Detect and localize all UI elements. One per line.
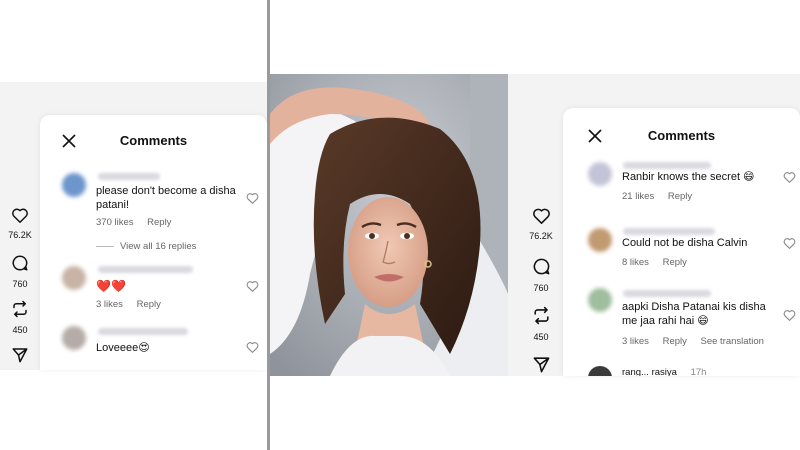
username-blurred [98, 173, 160, 180]
comment-count: 760 [533, 283, 549, 293]
avatar[interactable] [62, 326, 86, 350]
view-replies-label: View all 16 replies [120, 241, 197, 252]
heart-outline-icon [532, 208, 550, 224]
heart-outline-icon[interactable] [246, 192, 259, 204]
reply-button[interactable]: Reply [137, 299, 161, 310]
repost-count: 450 [12, 325, 28, 335]
avatar[interactable] [62, 266, 86, 290]
sheet-header: Comments [40, 115, 267, 163]
avatar[interactable] [588, 366, 612, 376]
comment-text: Could not be disha Calvin [622, 237, 748, 249]
repost-icon [533, 306, 549, 325]
avatar[interactable] [588, 288, 612, 312]
share-action[interactable] [526, 355, 556, 379]
video-frame[interactable] [270, 74, 508, 376]
heart-outline-icon[interactable] [246, 341, 259, 353]
comment-text: please don't become a disha patani! [96, 185, 236, 211]
repost-count: 450 [533, 332, 549, 342]
avatar[interactable] [62, 173, 86, 197]
share-action[interactable] [5, 346, 35, 369]
like-action[interactable]: 76.2K [5, 207, 35, 240]
repost-action[interactable]: 450 [526, 306, 556, 342]
see-translation-link[interactable]: See translation [701, 336, 764, 347]
comment-likes: 3 likes [96, 299, 123, 310]
send-icon [12, 348, 28, 363]
avatar[interactable] [588, 228, 612, 252]
username-blurred [98, 328, 188, 335]
username-blurred [623, 228, 715, 235]
comment-likes: 8 likes [622, 257, 649, 268]
sheet-title: Comments [647, 128, 716, 143]
username-blurred [623, 162, 711, 169]
comment-time: 17h [690, 367, 707, 376]
comment-likes: 3 likes [622, 336, 649, 347]
like-action[interactable]: 76.2K [526, 207, 556, 241]
comments-sheet: Comments Ranbir knows the secret 😄 21 li… [563, 108, 800, 376]
comment-meta: 21 likes Reply [622, 191, 703, 202]
comment-likes: 21 likes [622, 191, 655, 202]
portrait-image [270, 74, 508, 376]
heart-outline-icon[interactable] [246, 280, 259, 292]
view-replies-link[interactable]: View all 16 replies [96, 241, 196, 252]
comment-text: Ranbir knows the secret 😄 [622, 171, 755, 183]
repost-action[interactable]: 450 [5, 300, 35, 335]
heart-outline-icon[interactable] [783, 309, 796, 321]
sheet-title: Comments [119, 133, 188, 148]
comment-count: 760 [12, 279, 28, 289]
comment-text: Loveeee😍 [96, 342, 150, 354]
comment-text: aapki Disha Patanai kis disha me jaa rah… [622, 301, 766, 327]
comment-meta: 3 likes Reply [96, 299, 172, 310]
comment-bubble-icon [12, 255, 28, 271]
reply-button[interactable]: Reply [147, 217, 171, 228]
send-icon [533, 357, 549, 373]
reply-button[interactable]: Reply [663, 257, 687, 268]
heart-outline-icon[interactable] [783, 171, 796, 183]
comment-text: ❤️❤️ [96, 279, 126, 293]
reply-button[interactable]: Reply [668, 191, 692, 202]
divider [96, 245, 114, 247]
comment-meta: 3 likes Reply See translation [622, 336, 775, 347]
avatar[interactable] [588, 162, 612, 186]
comment-meta: rang... rasiya 17h [622, 367, 717, 376]
repost-icon [13, 300, 27, 318]
comment-action[interactable]: 760 [5, 254, 35, 289]
heart-outline-icon [12, 208, 28, 223]
comment-meta: 8 likes Reply [622, 257, 698, 268]
like-count: 76.2K [529, 231, 553, 241]
comments-sheet: Comments please don't become a disha pat… [40, 115, 267, 370]
reply-button[interactable]: Reply [663, 336, 687, 347]
comment-action[interactable]: 760 [526, 257, 556, 293]
like-count: 76.2K [8, 230, 32, 240]
right-screenshot: 76.2K 760 450 Comments Ranbir knows the … [270, 0, 800, 450]
left-screenshot: 76.2K 760 450 Comments please don't beco… [0, 0, 267, 450]
comment-likes: 370 likes [96, 217, 134, 228]
comment-bubble-icon [533, 258, 549, 275]
username-blurred [623, 290, 711, 297]
comment-username[interactable]: rang... rasiya [622, 367, 677, 376]
sheet-header: Comments [563, 108, 800, 156]
username-blurred [98, 266, 193, 273]
heart-outline-icon[interactable] [783, 237, 796, 249]
comment-meta: 370 likes Reply [96, 217, 182, 228]
